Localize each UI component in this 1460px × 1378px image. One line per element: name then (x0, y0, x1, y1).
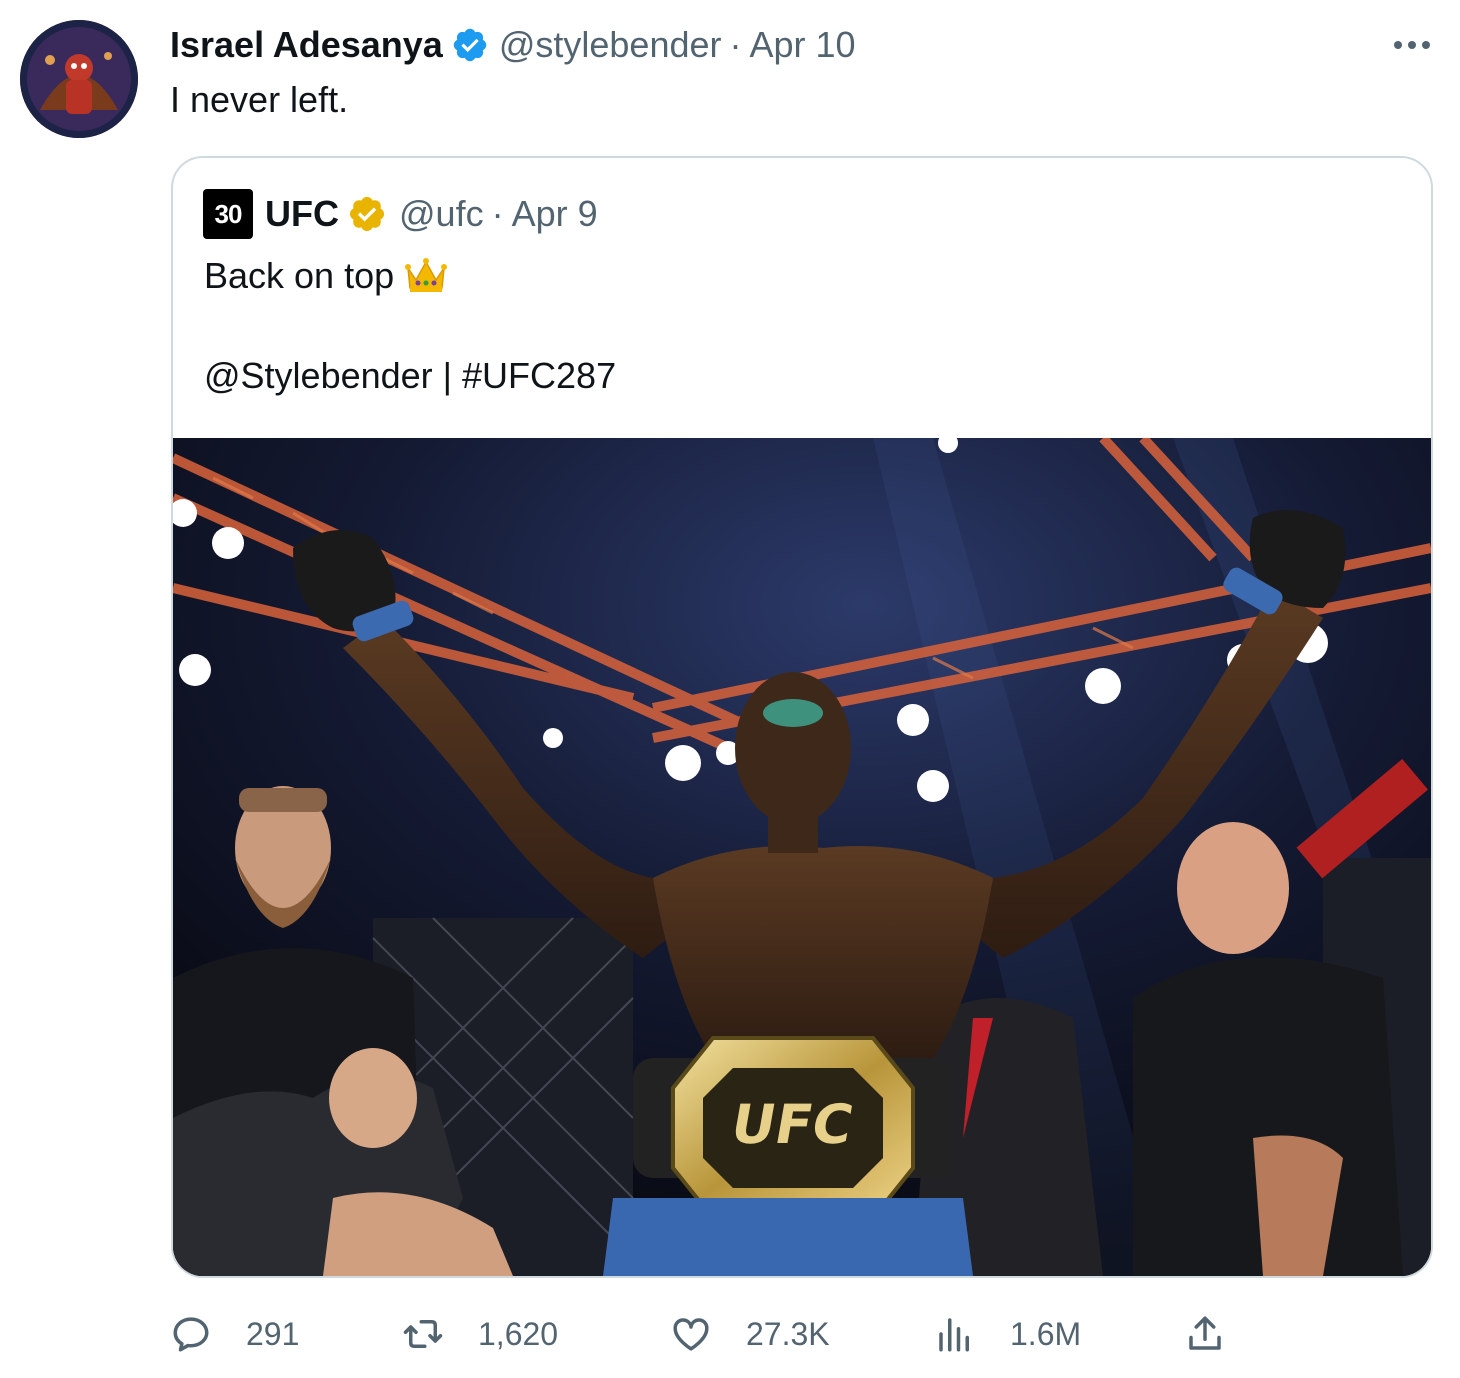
tweet-date[interactable]: Apr 10 (750, 24, 856, 66)
quoted-date[interactable]: Apr 9 (512, 193, 598, 235)
quoted-text-back-on-top: Back on top (204, 255, 395, 296)
quoted-header: 30 UFC @ufc · Apr 9 (203, 189, 598, 239)
views-button[interactable]: 1.6M (934, 1308, 1081, 1360)
like-count: 27.3K (746, 1315, 830, 1352)
avatar-image (20, 20, 138, 138)
quoted-separator-dot: · (491, 193, 504, 234)
tweet-header: Israel Adesanya @stylebender · Apr 10 (170, 22, 856, 68)
quoted-text-spacer (204, 300, 616, 352)
quoted-author-name[interactable]: UFC (265, 193, 339, 235)
like-button[interactable]: 27.3K (670, 1308, 830, 1360)
ufc-logo: 30 (203, 189, 253, 239)
heart-icon (673, 1318, 709, 1351)
author-handle[interactable]: @stylebender (499, 24, 722, 66)
author-avatar[interactable] (20, 20, 138, 138)
quoted-tweet[interactable]: 30 UFC @ufc · Apr 9 Back on top @Stylebe… (171, 156, 1433, 1278)
quoted-text-line-1: Back on top (204, 252, 616, 300)
more-options-icon[interactable] (1390, 30, 1434, 60)
tweet: Israel Adesanya @stylebender · Apr 10 I … (0, 0, 1460, 1378)
crown-emoji-icon (405, 258, 448, 292)
retweet-button[interactable]: 1,620 (402, 1308, 558, 1360)
tweet-actions: 291 1,620 27.3K 1.6M (170, 1308, 1250, 1360)
photo-fighter-with-belt: UFC (173, 438, 1431, 1276)
reply-button[interactable]: 291 (170, 1308, 299, 1360)
quoted-photo[interactable]: UFC (173, 438, 1431, 1276)
separator-dot: · (729, 24, 742, 65)
author-name[interactable]: Israel Adesanya (170, 24, 443, 66)
reply-count: 291 (246, 1315, 300, 1352)
views-chart-icon (939, 1318, 969, 1352)
reply-icon (173, 1317, 209, 1352)
share-icon (1189, 1316, 1221, 1350)
quoted-text-line-2: @Stylebender | #UFC287 (204, 355, 617, 396)
gold-verified-badge-icon (349, 196, 385, 232)
svg-text:UFC: UFC (726, 1092, 858, 1156)
tweet-text: I never left. (170, 79, 349, 120)
retweet-count: 1,620 (478, 1315, 559, 1352)
quoted-author-handle[interactable]: @ufc (399, 193, 484, 235)
quoted-text: Back on top @Stylebender | #UFC287 (204, 252, 616, 400)
retweet-icon (403, 1320, 443, 1348)
views-count: 1.6M (1010, 1315, 1082, 1352)
verified-badge-icon (453, 28, 487, 62)
share-button[interactable] (1184, 1308, 1226, 1360)
